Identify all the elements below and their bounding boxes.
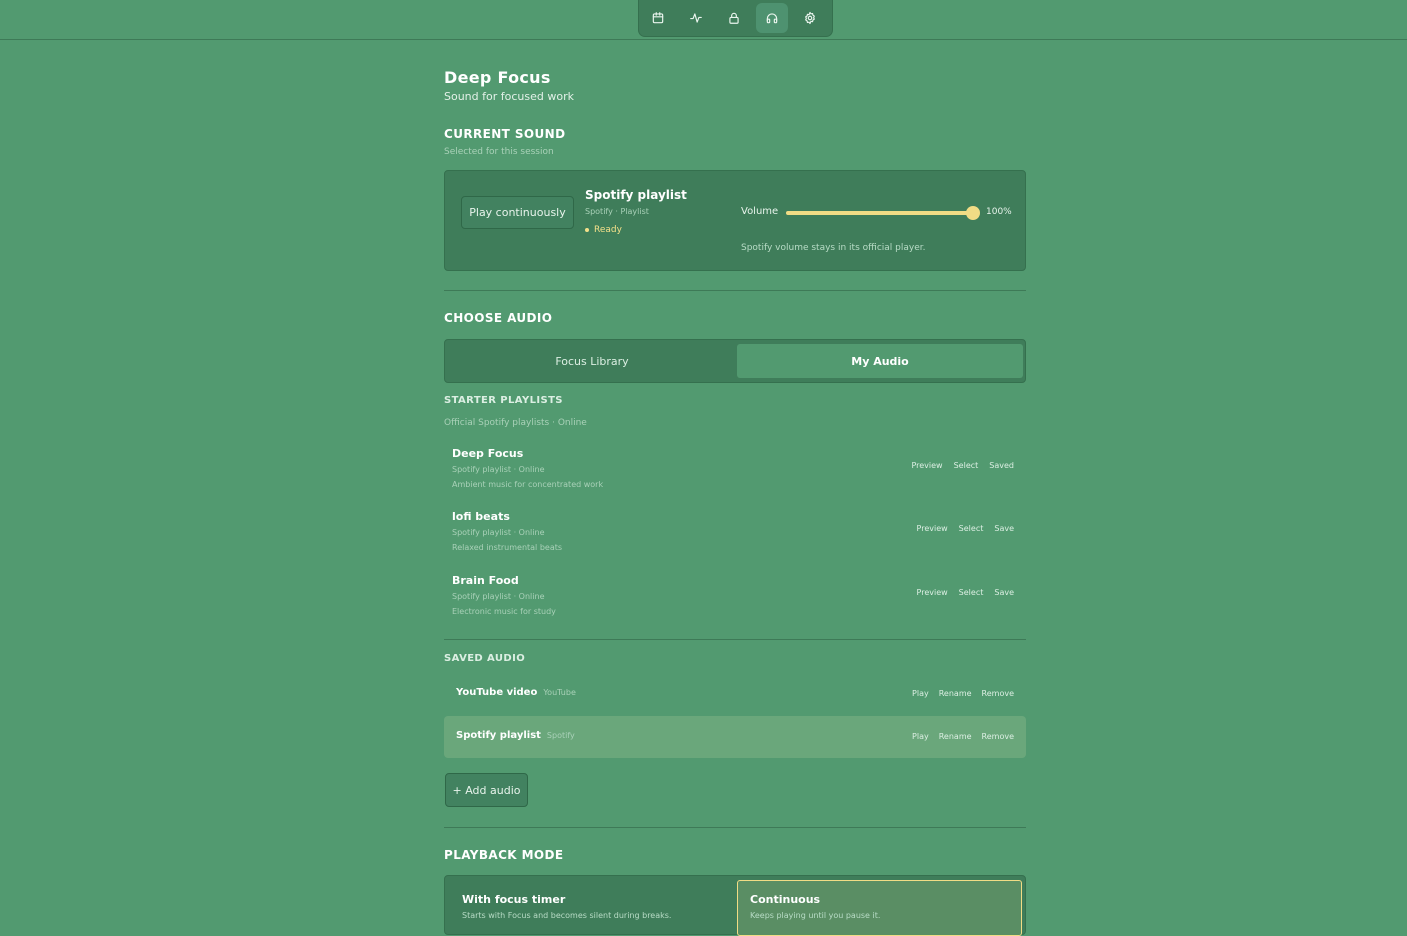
playlist-name: Brain Food [452, 574, 519, 587]
saved-audio-source: Spotify [546, 731, 575, 740]
saved-audio-title: SAVED AUDIO [444, 653, 526, 664]
mode-title: Continuous [750, 893, 821, 906]
current-sound-subtitle: Selected for this session [444, 147, 554, 157]
rename-button[interactable]: Rename [939, 689, 972, 698]
status-text: Ready [594, 225, 622, 235]
preview-button[interactable]: Preview [917, 524, 948, 533]
saved-audio-name: Spotify playlist Spotify [456, 730, 575, 741]
save-button[interactable]: Save [994, 524, 1014, 533]
playlist-type: Spotify playlist · Online [452, 465, 545, 474]
starter-playlists-subtitle: Official Spotify playlists · Online [444, 418, 587, 428]
playlist-type: Spotify playlist · Online [452, 592, 545, 601]
saved-audio-actions: Play Rename Remove [912, 732, 1014, 741]
tab-my-audio[interactable]: My Audio [737, 344, 1023, 378]
activity-icon[interactable] [680, 3, 712, 33]
divider [444, 290, 1026, 291]
remove-button[interactable]: Remove [982, 689, 1014, 698]
page-title: Deep Focus [444, 68, 551, 87]
list-item: lofi beats Spotify playlist · Online Rel… [444, 510, 1026, 566]
mode-option-continuous[interactable]: Continuous Keeps playing until you pause… [737, 880, 1022, 936]
mode-description: Keeps playing until you pause it. [750, 911, 881, 920]
tab-focus-library[interactable]: Focus Library [449, 344, 735, 378]
volume-slider-handle[interactable] [966, 206, 980, 220]
saved-audio-name: YouTube video YouTube [456, 687, 576, 698]
volume-value: 100% [986, 207, 1012, 217]
current-sound-title: CURRENT SOUND [444, 127, 566, 141]
calendar-icon[interactable] [642, 3, 674, 33]
select-button[interactable]: Select [959, 588, 984, 597]
list-item: Deep Focus Spotify playlist · Online Amb… [444, 447, 1026, 503]
divider [444, 639, 1026, 640]
saved-audio-actions: Play Rename Remove [912, 689, 1014, 698]
volume-label: Volume [741, 206, 779, 217]
select-button[interactable]: Select [954, 461, 979, 470]
gear-icon[interactable] [794, 3, 826, 33]
mode-title: With focus timer [462, 893, 566, 906]
playlist-actions: Preview Select Saved [911, 461, 1014, 470]
preview-button[interactable]: Preview [911, 461, 942, 470]
preview-button[interactable]: Preview [917, 588, 948, 597]
saved-audio-label: Spotify playlist [456, 730, 541, 741]
add-audio-button[interactable]: + Add audio [445, 773, 528, 807]
volume-note: Spotify volume stays in its official pla… [741, 243, 926, 253]
playlist-description: Ambient music for concentrated work [452, 480, 604, 489]
lock-icon[interactable] [718, 3, 750, 33]
playlist-actions: Preview Select Save [917, 588, 1014, 597]
current-sound-card: Play continuously Spotify playlist Spoti… [444, 170, 1026, 271]
playback-mode-title: PLAYBACK MODE [444, 848, 564, 862]
list-item: Brain Food Spotify playlist · Online Ele… [444, 574, 1026, 630]
mode-option-focus-timer[interactable]: With focus timer Starts with Focus and b… [449, 880, 734, 936]
saved-audio-label: YouTube video [456, 687, 538, 698]
playlist-actions: Preview Select Save [917, 524, 1014, 533]
status-badge: Ready [585, 225, 622, 235]
play-button[interactable]: Play [912, 689, 929, 698]
volume-slider[interactable] [786, 206, 980, 220]
select-button[interactable]: Select [959, 524, 984, 533]
top-bar [0, 0, 1407, 40]
save-button[interactable]: Save [994, 588, 1014, 597]
current-sound-name: Spotify playlist [585, 188, 687, 202]
divider [444, 827, 1026, 828]
mode-description: Starts with Focus and becomes silent dur… [462, 911, 672, 920]
saved-audio-row[interactable]: YouTube video YouTube Play Rename Remove [444, 673, 1026, 715]
headphones-icon[interactable] [756, 3, 788, 33]
play-continuously-button[interactable]: Play continuously [461, 196, 574, 229]
playlist-description: Electronic music for study [452, 607, 556, 616]
playlist-name: Deep Focus [452, 447, 524, 460]
audio-source-tabs: Focus Library My Audio [444, 339, 1026, 383]
current-sound-meta: Spotify · Playlist [585, 207, 649, 216]
top-navigation [638, 0, 833, 37]
playlist-name: lofi beats [452, 510, 510, 523]
choose-audio-title: CHOOSE AUDIO [444, 311, 553, 325]
remove-button[interactable]: Remove [982, 732, 1014, 741]
rename-button[interactable]: Rename [939, 732, 972, 741]
playlist-description: Relaxed instrumental beats [452, 543, 563, 552]
saved-audio-source: YouTube [543, 688, 576, 697]
saved-button[interactable]: Saved [989, 461, 1014, 470]
page-subtitle: Sound for focused work [444, 90, 574, 103]
play-button[interactable]: Play [912, 732, 929, 741]
playlist-type: Spotify playlist · Online [452, 528, 545, 537]
saved-audio-row-selected[interactable]: Spotify playlist Spotify Play Rename Remo… [444, 716, 1026, 758]
playback-mode-selector: With focus timer Starts with Focus and b… [444, 875, 1026, 936]
status-dot [585, 228, 589, 232]
starter-playlists-title: STARTER PLAYLISTS [444, 395, 563, 406]
